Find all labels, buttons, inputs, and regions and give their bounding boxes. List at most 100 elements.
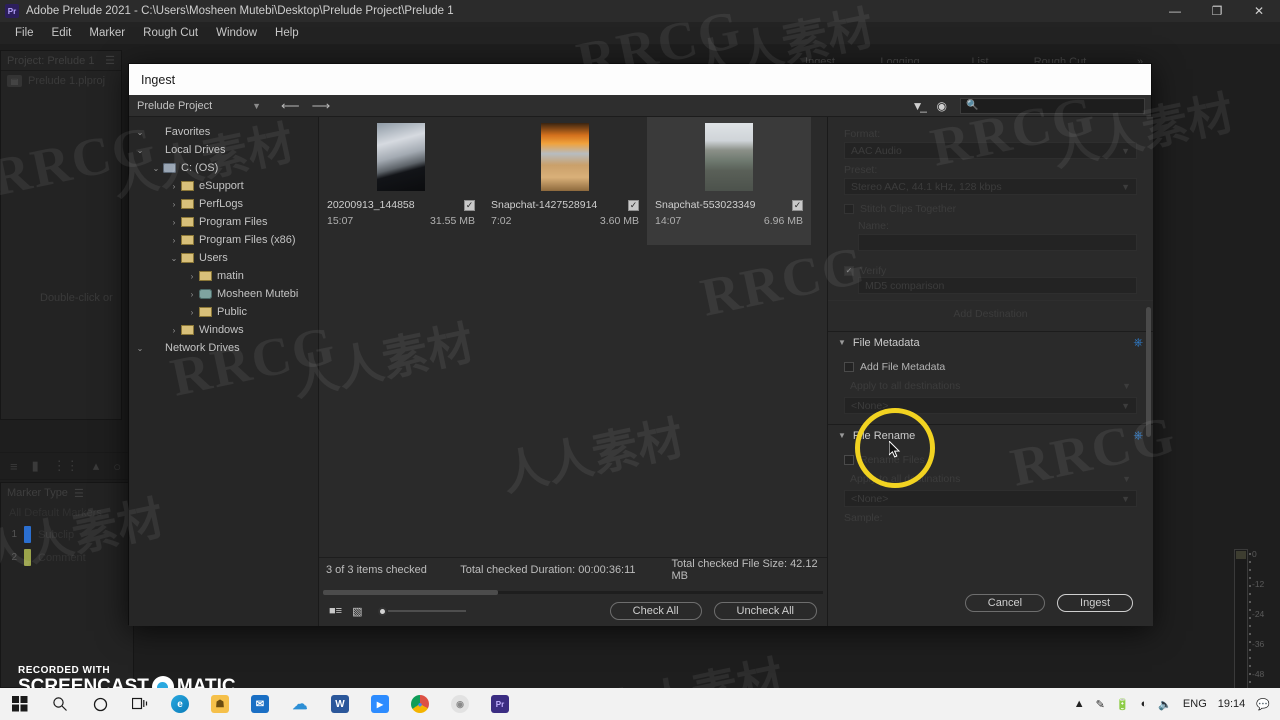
- chevron-down-icon[interactable]: ▼: [838, 338, 846, 347]
- rename-preset-dropdown[interactable]: <None> ▼: [844, 490, 1137, 507]
- thumbnail-view-icon[interactable]: ▮: [32, 458, 39, 474]
- edge-icon[interactable]: e: [160, 688, 200, 720]
- zoom-icon[interactable]: ▶: [360, 688, 400, 720]
- wifi-icon[interactable]: ◐: [1141, 698, 1148, 710]
- file-cell-selected[interactable]: Snapchat-553023349 ✓ 14:07 6.96 MB: [647, 117, 811, 245]
- list-view-icon[interactable]: ■≡: [329, 605, 342, 617]
- battery-icon[interactable]: 🔋: [1116, 698, 1130, 711]
- file-checkbox[interactable]: ✓: [792, 199, 803, 211]
- stitch-name-input[interactable]: [858, 234, 1137, 251]
- word-icon[interactable]: W: [320, 688, 360, 720]
- windows-start-icon[interactable]: [0, 688, 40, 720]
- horizontal-scrollbar[interactable]: [319, 588, 827, 596]
- tree-item-network-drives[interactable]: ⌄ Network Drives: [129, 339, 318, 357]
- preset-dropdown[interactable]: Stereo AAC, 44.1 kHz, 128 kbps ▼: [844, 178, 1137, 195]
- marker-row-subclip[interactable]: 1 Subclip: [1, 523, 133, 546]
- thumbnail-view-icon[interactable]: ▧: [352, 605, 362, 618]
- tree-item-c-os[interactable]: ⌄ C: (OS): [129, 159, 318, 177]
- toolbar-right-group[interactable]: ▼̲ ◉ 🔍: [912, 97, 1151, 114]
- twisty-icon[interactable]: ⌄: [167, 254, 181, 263]
- menu-help[interactable]: Help: [266, 25, 308, 41]
- hamburger-icon[interactable]: ☰: [74, 487, 84, 500]
- dialog-toolbar[interactable]: Prelude Project ▼ ⟵ ⟶ ▼̲ ◉ 🔍: [129, 95, 1151, 117]
- cortana-icon[interactable]: [80, 688, 120, 720]
- twisty-icon[interactable]: ⌄: [133, 128, 147, 137]
- marker-row-comment[interactable]: 2 Comment: [1, 546, 133, 569]
- clock[interactable]: 19:14: [1218, 698, 1246, 710]
- tree-item-perflogs[interactable]: › PerfLogs: [129, 195, 318, 213]
- tree-item-users[interactable]: ⌄ Users: [129, 249, 318, 267]
- twisty-icon[interactable]: ›: [185, 290, 199, 299]
- chevron-down-icon[interactable]: ▼: [838, 431, 846, 440]
- tree-item-public[interactable]: › Public: [129, 303, 318, 321]
- menu-window[interactable]: Window: [207, 25, 266, 41]
- file-metadata-section-header[interactable]: ▼ File Metadata ⎈: [828, 331, 1153, 353]
- menubar[interactable]: File Edit Marker Rough Cut Window Help: [0, 22, 1280, 44]
- metadata-apply-all-dropdown[interactable]: Apply to all destinations ▼: [844, 377, 1137, 394]
- menu-edit[interactable]: Edit: [43, 25, 81, 41]
- marker-icon[interactable]: ▴: [93, 458, 100, 474]
- prelude-icon[interactable]: Pr: [480, 688, 520, 720]
- window-controls[interactable]: — ❐ ✕: [1154, 0, 1280, 22]
- sort-icon[interactable]: ⋮⋮: [53, 458, 79, 474]
- check-buttons-group[interactable]: Check All Uncheck All: [609, 602, 817, 620]
- file-checkbox[interactable]: ✓: [628, 199, 639, 211]
- windows-taskbar[interactable]: e ☗ ✉ ☁ W ▶ ● ◉ Pr ▲ ✎ 🔋 ◐ 🔈 ENG 19:14 💬: [0, 688, 1280, 720]
- volume-icon[interactable]: 🔈: [1158, 698, 1172, 711]
- check-all-button[interactable]: Check All: [609, 602, 702, 620]
- verify-row[interactable]: ✓ Verify: [844, 265, 1137, 277]
- pen-icon[interactable]: ✎: [1096, 698, 1105, 711]
- forward-arrow-icon[interactable]: ⟶: [312, 98, 331, 114]
- search-icon[interactable]: [40, 688, 80, 720]
- power-toggle-icon[interactable]: ⎈: [1133, 428, 1143, 443]
- show-hidden-icons-icon[interactable]: ▲: [1074, 698, 1085, 710]
- list-view-icon[interactable]: ≡: [10, 459, 18, 474]
- menu-file[interactable]: File: [6, 25, 43, 41]
- system-tray[interactable]: ▲ ✎ 🔋 ◐ 🔈 ENG 19:14 💬: [1074, 698, 1280, 711]
- twisty-icon[interactable]: ›: [167, 218, 181, 227]
- file-checkbox[interactable]: ✓: [464, 199, 475, 211]
- twisty-icon[interactable]: ›: [167, 200, 181, 209]
- twisty-icon[interactable]: ›: [185, 272, 199, 281]
- eye-icon[interactable]: ◉: [937, 99, 947, 113]
- folder-tree[interactable]: ⌄ Favorites ⌄ Local Drives ⌄ C: (OS) › e…: [129, 117, 319, 626]
- chrome-icon[interactable]: ●: [400, 688, 440, 720]
- rename-files-checkbox[interactable]: [844, 455, 854, 465]
- hamburger-icon[interactable]: ☰: [105, 54, 115, 67]
- tree-item-esupport[interactable]: › eSupport: [129, 177, 318, 195]
- ingest-button[interactable]: Ingest: [1057, 593, 1133, 612]
- twisty-icon[interactable]: ›: [167, 326, 181, 335]
- tree-item-windows[interactable]: › Windows: [129, 321, 318, 339]
- twisty-icon[interactable]: ⌄: [149, 164, 163, 173]
- twisty-icon[interactable]: ⌄: [133, 344, 147, 353]
- task-view-icon[interactable]: [120, 688, 160, 720]
- tree-item-local-drives[interactable]: ⌄ Local Drives: [129, 141, 318, 159]
- search-input[interactable]: 🔍: [960, 97, 1145, 114]
- stitch-clips-checkbox[interactable]: [844, 204, 854, 214]
- verify-checkbox[interactable]: ✓: [844, 266, 854, 276]
- close-button[interactable]: ✕: [1238, 0, 1280, 22]
- navigation-arrows[interactable]: ⟵ ⟶: [269, 98, 330, 114]
- format-dropdown[interactable]: AAC Audio ▼: [844, 142, 1137, 159]
- back-arrow-icon[interactable]: ⟵: [281, 98, 300, 114]
- close-icon[interactable]: close-icon: [1117, 69, 1139, 91]
- cancel-button[interactable]: Cancel: [964, 593, 1046, 612]
- settings-scrollbar[interactable]: [1146, 307, 1151, 437]
- twisty-icon[interactable]: ⌄: [133, 146, 147, 155]
- twisty-icon[interactable]: ›: [167, 182, 181, 191]
- language-indicator[interactable]: ENG: [1183, 698, 1207, 710]
- tree-item-program-files[interactable]: › Program Files: [129, 213, 318, 231]
- project-dropdown[interactable]: Prelude Project ▼: [129, 100, 269, 112]
- file-cell[interactable]: 20200913_144858 ✓ 15:07 31.55 MB: [319, 117, 483, 245]
- thumbnail-size-slider[interactable]: [378, 606, 467, 616]
- scrollbar-thumb[interactable]: [323, 590, 498, 595]
- slider-knob[interactable]: [378, 607, 388, 616]
- minimize-button[interactable]: —: [1154, 0, 1196, 22]
- power-toggle-icon[interactable]: ⎈: [1133, 335, 1143, 350]
- add-file-metadata-row[interactable]: Add File Metadata: [844, 361, 1137, 373]
- record-icon[interactable]: ○: [113, 459, 121, 474]
- tree-item-mosheen-mutebi[interactable]: › Mosheen Mutebi: [129, 285, 318, 303]
- explorer-icon[interactable]: ☗: [200, 688, 240, 720]
- project-toolbar[interactable]: ≡ ▮ ⋮⋮ ▴ ○: [0, 452, 134, 480]
- file-cell[interactable]: Snapchat-1427528914 ✓ 7:02 3.60 MB: [483, 117, 647, 245]
